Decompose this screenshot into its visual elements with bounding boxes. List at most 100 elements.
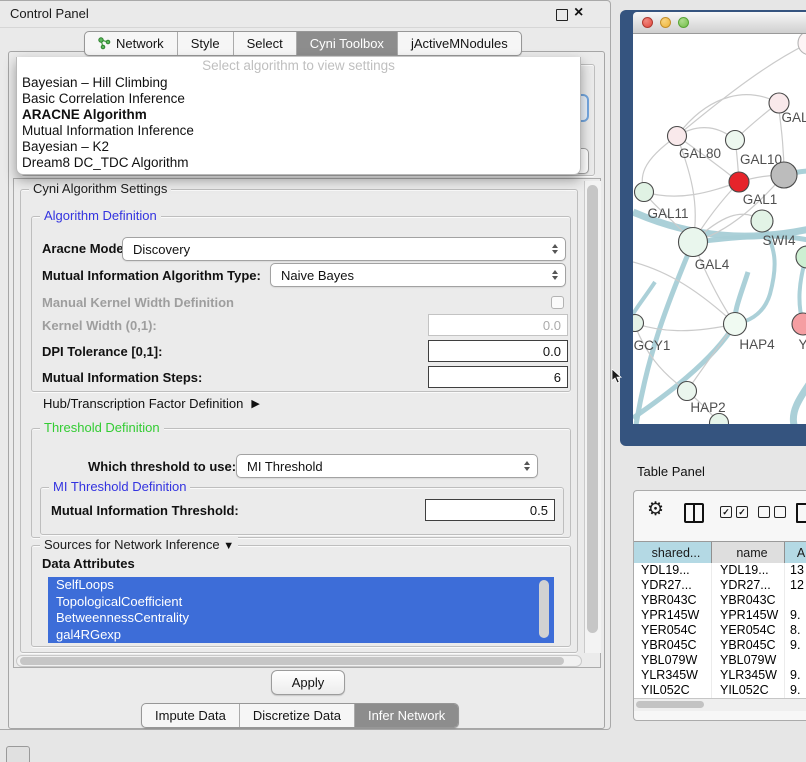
network-node-swi4[interactable]	[751, 210, 773, 232]
cell: YBR043C	[634, 593, 712, 608]
network-node-y-clipped[interactable]	[792, 313, 806, 335]
network-node-gal4[interactable]	[679, 228, 708, 257]
which-threshold-value: MI Threshold	[247, 459, 323, 474]
tab-discretize-data[interactable]: Discretize Data	[240, 704, 355, 727]
mi-threshold-field[interactable]: 0.5	[425, 499, 555, 521]
list-scrollbar-thumb[interactable]	[539, 580, 549, 638]
tab-network[interactable]: Network	[85, 32, 178, 55]
settings-horizontal-scrollbar[interactable]	[16, 655, 582, 667]
cell: YDR27...	[634, 578, 712, 593]
node-label: GCY1	[634, 338, 671, 353]
list-item[interactable]: gal4RGexp	[48, 627, 554, 644]
manual-kernel-checkbox[interactable]	[551, 296, 564, 309]
network-canvas[interactable]: GAL GAL80 GAL10 GAL1 GAL11 SWI4 GAL4 GCY…	[633, 34, 806, 424]
list-item[interactable]: BetweennessCentrality	[48, 610, 554, 627]
node-label: GAL10	[740, 152, 782, 167]
tab-label: Discretize Data	[253, 704, 341, 727]
list-item[interactable]: SelfLoops	[48, 577, 554, 594]
table-row[interactable]: YIL052C YIL052C 9.	[634, 683, 806, 698]
cell: 9.	[785, 608, 806, 623]
which-threshold-combo[interactable]: MI Threshold	[236, 454, 538, 478]
network-node-hap2[interactable]	[678, 382, 697, 401]
aracne-mode-value: Discovery	[133, 242, 190, 257]
table-horizontal-scrollbar[interactable]	[634, 698, 806, 711]
network-window-titlebar[interactable]	[633, 12, 806, 34]
cell: YER054C	[712, 623, 785, 638]
column-header-name[interactable]: name	[712, 542, 785, 564]
sources-toggle[interactable]: Sources for Network Inference ▼	[40, 537, 238, 552]
apply-button[interactable]: Apply	[271, 670, 345, 695]
tab-cyni-toolbox[interactable]: Cyni Toolbox	[297, 32, 398, 55]
scrollbar-thumb[interactable]	[20, 657, 564, 665]
mi-steps-field[interactable]: 6	[428, 366, 568, 388]
collapsed-arrow-icon: ▶	[251, 397, 259, 410]
cell: YIL052C	[634, 683, 712, 698]
column-header-clipped[interactable]: A	[785, 542, 806, 564]
scrollbar-thumb[interactable]	[587, 185, 598, 633]
combo-arrows-icon	[524, 455, 530, 477]
tab-infer-network[interactable]: Infer Network	[355, 704, 458, 727]
table-row[interactable]: YBL079W YBL079W	[634, 653, 806, 668]
column-layout-icon[interactable]	[684, 503, 704, 523]
dpi-tolerance-value: 0.0	[543, 344, 561, 359]
minimize-traffic-light[interactable]	[660, 17, 671, 28]
checked-checkbox-icon: ✓	[720, 506, 732, 518]
table-row[interactable]: YLR345W YLR345W 9.	[634, 668, 806, 683]
node-label: GAL	[781, 110, 806, 125]
algorithm-option[interactable]: Basic Correlation Inference	[17, 91, 580, 107]
aracne-mode-combo[interactable]: Discovery	[122, 237, 566, 261]
collapsed-panel-stub-button[interactable]	[6, 746, 30, 762]
gear-icon[interactable]: ⚙	[647, 497, 664, 523]
kernel-width-field[interactable]: 0.0	[428, 314, 568, 336]
zoom-traffic-light[interactable]	[678, 17, 689, 28]
expanded-arrow-icon: ▼	[223, 540, 234, 552]
algorithm-option-selected[interactable]: ARACNE Algorithm	[17, 107, 580, 123]
cyni-algorithm-settings-group: Cyni Algorithm Settings Algorithm Defini…	[20, 189, 578, 653]
network-node-gal1[interactable]	[729, 172, 749, 192]
table-row[interactable]: YDL19... YDL19... 13	[634, 563, 806, 578]
table-row[interactable]: YDR27... YDR27... 12	[634, 578, 806, 593]
dpi-tolerance-field[interactable]: 0.0	[428, 340, 568, 362]
cell: 8.	[785, 623, 806, 638]
network-node-gal11[interactable]	[635, 183, 654, 202]
tab-impute-data[interactable]: Impute Data	[142, 704, 240, 727]
close-traffic-light[interactable]	[642, 17, 653, 28]
mi-type-combo[interactable]: Naive Bayes	[270, 263, 566, 287]
table-row[interactable]: YBR043C YBR043C	[634, 593, 806, 608]
table-row[interactable]: YER054C YER054C 8.	[634, 623, 806, 638]
deselect-all-columns-icon[interactable]	[758, 506, 786, 518]
network-node-clipped-top[interactable]	[798, 34, 806, 55]
tab-label: Cyni Toolbox	[310, 32, 384, 55]
cell: YER054C	[634, 623, 712, 638]
column-header-shared-name[interactable]: shared...	[634, 542, 712, 564]
scrollbar-thumb[interactable]	[636, 701, 704, 708]
tab-style[interactable]: Style	[178, 32, 234, 55]
algorithm-option[interactable]: Mutual Information Inference	[17, 123, 580, 139]
cell	[785, 593, 806, 608]
network-node-hap4[interactable]	[724, 313, 747, 336]
mi-threshold-definition-group: MI Threshold Definition Mutual Informati…	[40, 487, 564, 535]
network-node-clipped-right[interactable]	[796, 246, 806, 268]
data-attributes-list: SelfLoops TopologicalCoefficient Between…	[48, 577, 554, 643]
network-node-gal80[interactable]	[668, 127, 687, 146]
unchecked-checkbox-icon	[774, 506, 786, 518]
hub-transcription-factor-toggle[interactable]: Hub/Transcription Factor Definition ▶	[43, 396, 260, 411]
export-table-icon[interactable]	[796, 503, 806, 523]
table-row[interactable]: YBR045C YBR045C 9.	[634, 638, 806, 653]
network-node-gcy1[interactable]	[633, 315, 644, 332]
algorithm-option[interactable]: Bayesian – K2	[17, 139, 580, 155]
close-icon[interactable]: ×	[574, 3, 583, 23]
settings-vertical-scrollbar[interactable]	[584, 181, 601, 653]
float-window-icon[interactable]	[556, 9, 568, 21]
node-label: GAL4	[695, 257, 730, 272]
cell	[785, 653, 806, 668]
algorithm-option[interactable]: Bayesian – Hill Climbing	[17, 75, 580, 91]
algorithm-option[interactable]: Dream8 DC_TDC Algorithm	[17, 155, 580, 171]
tab-jactivemnodules[interactable]: jActiveMNodules	[398, 32, 521, 55]
table-row[interactable]: YPR145W YPR145W 9.	[634, 608, 806, 623]
list-item[interactable]: TopologicalCoefficient	[48, 594, 554, 611]
cell: YLR345W	[634, 668, 712, 683]
network-node-gal10[interactable]	[726, 131, 745, 150]
tab-select[interactable]: Select	[234, 32, 297, 55]
select-all-columns-icon[interactable]: ✓ ✓	[720, 506, 748, 518]
